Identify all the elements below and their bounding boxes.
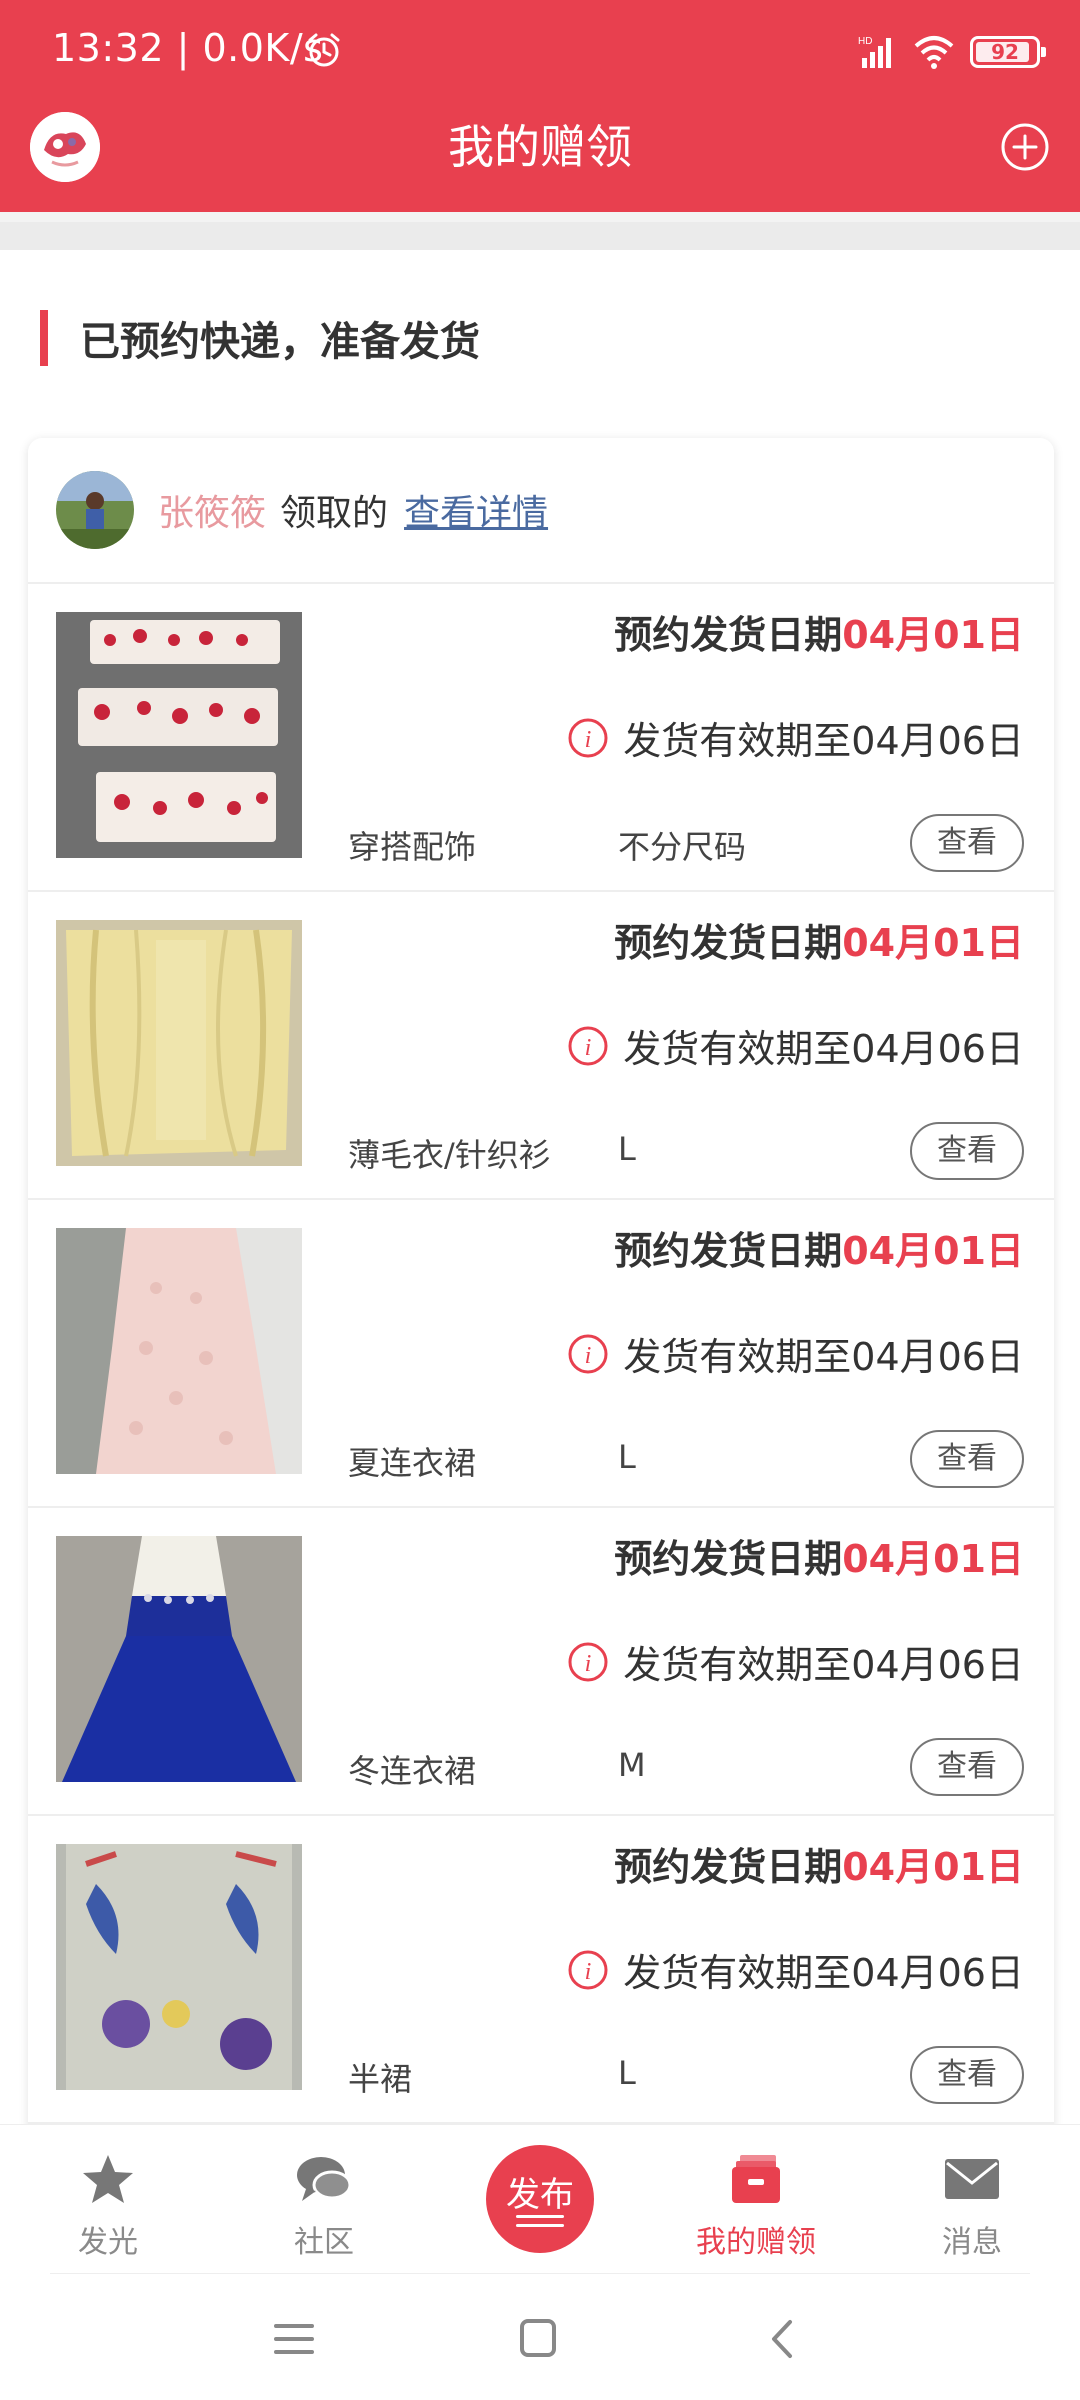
tab-label: 我的赠领 bbox=[696, 2225, 816, 2260]
view-button[interactable]: 查看 bbox=[910, 1738, 1024, 1796]
item-photo[interactable] bbox=[56, 920, 302, 1166]
list-item[interactable]: 预约发货日期04月01日 i 发货有效期至04月06日 薄毛衣/针织衫 L 查看 bbox=[28, 892, 1054, 1200]
add-icon[interactable] bbox=[1000, 122, 1050, 172]
list-item[interactable]: 预约发货日期04月01日 i 发货有效期至04月06日 冬连衣裙 M 查看 bbox=[28, 1508, 1054, 1816]
item-category: 冬连衣裙 bbox=[348, 1752, 477, 1790]
view-button[interactable]: 查看 bbox=[910, 1122, 1024, 1180]
publish-label: 发布 bbox=[506, 2175, 574, 2215]
item-size: L bbox=[618, 1438, 636, 1476]
info-icon: i bbox=[568, 718, 608, 757]
bottom-tab-bar: 发光 社区 发布 我的赠领 消息 bbox=[0, 2124, 1080, 2275]
item-size: L bbox=[618, 2054, 636, 2092]
section-title: 已预约快递，准备发货 bbox=[80, 319, 480, 365]
item-photo[interactable] bbox=[56, 612, 302, 858]
publish-icon bbox=[516, 2215, 564, 2233]
svg-text:i: i bbox=[585, 1343, 592, 1369]
item-photo[interactable] bbox=[56, 1228, 302, 1474]
star-icon bbox=[83, 2155, 133, 2203]
valid-until: i 发货有效期至04月06日 bbox=[567, 710, 1024, 765]
top-divider bbox=[0, 222, 1080, 250]
item-category: 穿搭配饰 bbox=[348, 828, 477, 866]
signal-icon: HD bbox=[858, 36, 891, 68]
tab-my-gifts[interactable]: 我的赠领 bbox=[676, 2125, 836, 2275]
battery-indicator: 92 bbox=[970, 36, 1046, 68]
view-button[interactable]: 查看 bbox=[910, 814, 1024, 872]
chat-icon bbox=[297, 2157, 352, 2201]
ship-date: 预约发货日期04月01日 bbox=[614, 1229, 1024, 1273]
valid-until: i 发货有效期至04月06日 bbox=[567, 1634, 1024, 1689]
wifi-icon bbox=[914, 36, 954, 69]
view-button[interactable]: 查看 bbox=[910, 1430, 1024, 1488]
claimer-name[interactable]: 张筱筱 bbox=[158, 484, 266, 536]
status-time: 13:32 | 0.0K/s bbox=[52, 26, 324, 70]
svg-text:i: i bbox=[585, 1959, 592, 1985]
valid-until: i 发货有效期至04月06日 bbox=[567, 1942, 1024, 1997]
tab-label: 消息 bbox=[942, 2225, 1002, 2260]
info-icon: i bbox=[568, 1642, 608, 1681]
section-header: 已预约快递，准备发货 bbox=[40, 308, 480, 368]
item-size: M bbox=[618, 1746, 646, 1784]
system-nav-bar bbox=[0, 2274, 1080, 2400]
content-area[interactable]: 已预约快递，准备发货 张筱筱 领取的 查看详情 预约发货日期04月01日 i 发… bbox=[0, 212, 1080, 2124]
info-icon: i bbox=[568, 1026, 608, 1065]
info-icon: i bbox=[568, 1334, 608, 1373]
claimer-avatar[interactable] bbox=[56, 471, 134, 549]
item-size: L bbox=[618, 1130, 636, 1168]
item-photo[interactable] bbox=[56, 1844, 302, 2090]
claimed-text: 领取的 bbox=[280, 493, 389, 534]
ship-date: 预约发货日期04月01日 bbox=[614, 921, 1024, 965]
home-icon[interactable] bbox=[508, 2314, 568, 2364]
mail-icon bbox=[945, 2159, 999, 2199]
section-accent-bar bbox=[40, 310, 48, 366]
ship-date: 预约发货日期04月01日 bbox=[614, 1845, 1024, 1889]
publish-button[interactable]: 发布 bbox=[486, 2145, 594, 2253]
ship-date: 预约发货日期04月01日 bbox=[614, 1537, 1024, 1581]
ship-date: 预约发货日期04月01日 bbox=[614, 613, 1024, 657]
valid-until: i 发货有效期至04月06日 bbox=[567, 1018, 1024, 1073]
svg-text:i: i bbox=[585, 1651, 592, 1677]
tab-messages[interactable]: 消息 bbox=[892, 2125, 1052, 2275]
card-header: 张筱筱 领取的 查看详情 bbox=[28, 438, 1054, 584]
view-button[interactable]: 查看 bbox=[910, 2046, 1024, 2104]
list-item[interactable]: 预约发货日期04月01日 i 发货有效期至04月06日 穿搭配饰 不分尺码 查看 bbox=[28, 584, 1054, 892]
tab-label: 发光 bbox=[78, 2225, 138, 2260]
menu-icon[interactable] bbox=[264, 2314, 324, 2364]
item-category: 半裙 bbox=[348, 2060, 413, 2098]
app-header: 13:32 | 0.0K/s HD 92 我的赠领 bbox=[0, 0, 1080, 212]
item-size: 不分尺码 bbox=[618, 828, 747, 866]
tab-community[interactable]: 社区 bbox=[244, 2125, 404, 2275]
status-bar: 13:32 | 0.0K/s HD 92 bbox=[0, 0, 1080, 100]
battery-level: 92 bbox=[991, 40, 1019, 64]
list-item[interactable]: 预约发货日期04月01日 i 发货有效期至04月06日 半裙 L 查看 bbox=[28, 1816, 1054, 2124]
item-category: 薄毛衣/针织衫 bbox=[348, 1136, 551, 1174]
item-category: 夏连衣裙 bbox=[348, 1444, 477, 1482]
order-card: 张筱筱 领取的 查看详情 预约发货日期04月01日 i 发货有效期至04月06日… bbox=[28, 438, 1054, 2124]
svg-text:i: i bbox=[585, 1035, 592, 1061]
info-icon: i bbox=[568, 1950, 608, 1989]
view-details-link[interactable]: 查看详情 bbox=[404, 484, 548, 536]
gift-box-icon bbox=[732, 2155, 780, 2203]
tab-glow[interactable]: 发光 bbox=[28, 2125, 188, 2275]
valid-until: i 发货有效期至04月06日 bbox=[567, 1326, 1024, 1381]
back-icon[interactable] bbox=[752, 2314, 812, 2364]
alarm-icon bbox=[308, 33, 340, 67]
list-item[interactable]: 预约发货日期04月01日 i 发货有效期至04月06日 夏连衣裙 L 查看 bbox=[28, 1200, 1054, 1508]
svg-text:HD: HD bbox=[858, 36, 872, 47]
tab-label: 社区 bbox=[294, 2225, 354, 2260]
page-title: 我的赠领 bbox=[448, 120, 632, 174]
svg-text:i: i bbox=[585, 727, 592, 753]
item-photo[interactable] bbox=[56, 1536, 302, 1782]
system-icons: HD 92 bbox=[858, 32, 1046, 72]
